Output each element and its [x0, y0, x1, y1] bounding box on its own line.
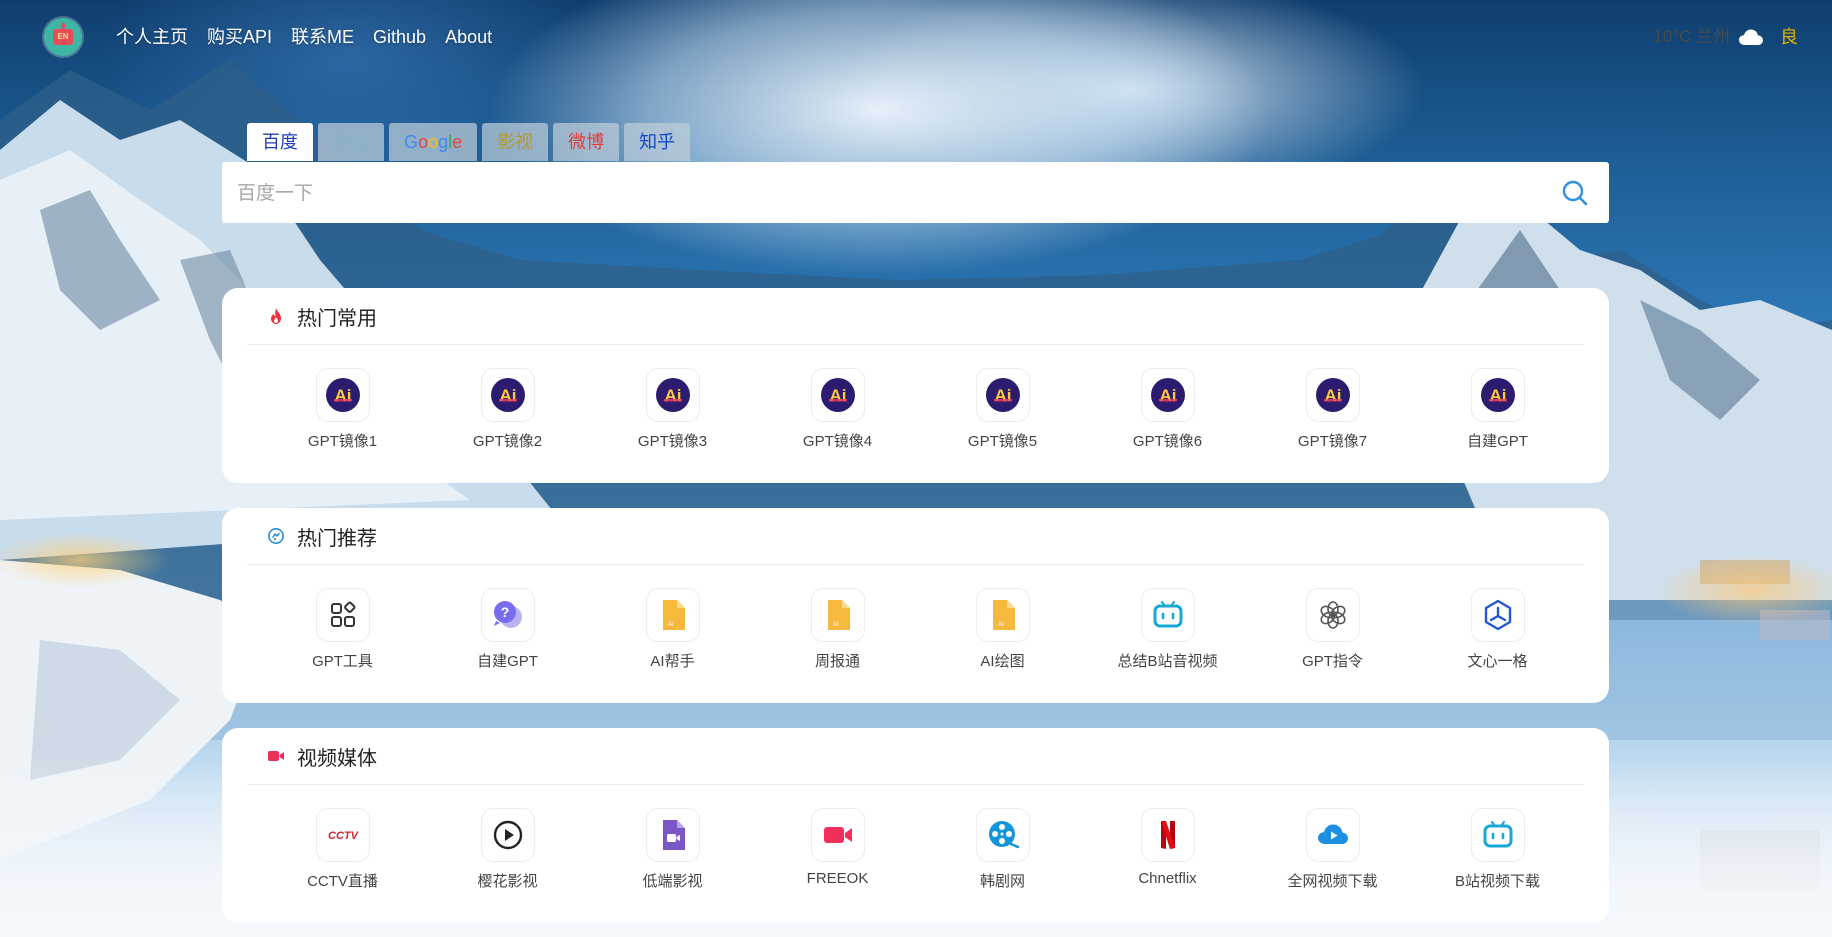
link-grid: Ai GPT镜像1 Ai GPT镜像2 Ai GPT镜像3 Ai GPT镜像4 Ai GP…	[260, 368, 1580, 451]
link-grid: CCTV CCTV直播 樱花影视 低端影视 FREEOK 韩剧网 Chnetfli…	[260, 808, 1580, 891]
tab-movies[interactable]: 影视	[482, 123, 549, 161]
play-circle-icon	[480, 808, 535, 862]
ai-file-icon: AI	[810, 588, 865, 642]
logo-text: EN	[53, 29, 73, 45]
ai-icon: Ai	[975, 368, 1030, 422]
category-title: 视频媒体	[297, 747, 377, 770]
site-link-wenxin-yige[interactable]: 文心一格	[1415, 588, 1580, 671]
search-input[interactable]	[222, 162, 1539, 225]
ai-icon: Ai	[1305, 368, 1360, 422]
tab-google[interactable]: Google	[389, 123, 478, 161]
wenxin-icon	[1470, 588, 1525, 642]
search-engine-tabs: 百度 Bing Google 影视 微博 知乎	[247, 123, 691, 161]
site-link-freeok[interactable]: FREEOK	[755, 808, 920, 891]
site-link-gpt-mirror-3[interactable]: Ai GPT镜像3	[590, 368, 755, 451]
apps-grid-icon	[315, 588, 370, 642]
category-title: 热门推荐	[297, 527, 377, 550]
svg-text:Ai: Ai	[1324, 386, 1341, 405]
site-link-gpt-prompts[interactable]: GPT指令	[1250, 588, 1415, 671]
svg-text:Ai: Ai	[664, 386, 681, 405]
site-link-chnetflix[interactable]: Chnetflix	[1085, 808, 1250, 891]
category-card-hot-common: 热门常用 Ai GPT镜像1 Ai GPT镜像2 Ai GPT镜像3 Ai GPT镜像4…	[222, 288, 1609, 483]
svg-text:AI: AI	[998, 622, 1004, 628]
air-quality-badge: 良	[1780, 27, 1798, 47]
svg-text:?: ?	[500, 604, 509, 620]
weather-widget[interactable]: 10°C 兰州 良	[1653, 24, 1798, 50]
search-icon[interactable]	[1561, 179, 1589, 207]
ai-icon: Ai	[315, 368, 370, 422]
svg-text:Ai: Ai	[829, 386, 846, 405]
bilibili-icon	[1140, 588, 1195, 642]
site-link-sakura-video[interactable]: 樱花影视	[425, 808, 590, 891]
nav-link-contact[interactable]: 联系ME	[291, 24, 354, 50]
ai-icon: Ai	[480, 368, 535, 422]
cctv-icon: CCTV	[315, 808, 370, 862]
video-file-icon	[645, 808, 700, 862]
nav-link-home[interactable]: 个人主页	[116, 24, 188, 50]
site-logo[interactable]: EN	[44, 18, 82, 56]
svg-text:Ai: Ai	[1159, 386, 1176, 405]
fire-icon	[271, 308, 281, 324]
tab-baidu[interactable]: 百度	[247, 123, 313, 161]
category-header: 热门常用	[247, 288, 1584, 345]
site-link-cctv-live[interactable]: CCTV CCTV直播	[260, 808, 425, 891]
search-bar	[222, 162, 1609, 225]
netflix-icon	[1140, 808, 1195, 862]
recommend-icon	[268, 528, 284, 544]
category-header: 视频媒体	[247, 728, 1584, 785]
openai-icon	[1305, 588, 1360, 642]
nav-link-buy-api[interactable]: 购买API	[207, 24, 272, 50]
site-link-gpt-mirror-7[interactable]: Ai GPT镜像7	[1250, 368, 1415, 451]
ai-icon: Ai	[1140, 368, 1195, 422]
tab-google-label: Google	[404, 132, 463, 152]
site-link-low-end-video[interactable]: 低端影视	[590, 808, 755, 891]
category-header: 热门推荐	[247, 508, 1584, 565]
tab-bing[interactable]: Bing	[318, 123, 385, 161]
svg-text:Ai: Ai	[994, 386, 1011, 405]
weather-text: 10°C 兰州	[1653, 27, 1730, 46]
site-link-bilibili-download[interactable]: B站视频下载	[1415, 808, 1580, 891]
cloud-icon	[1739, 29, 1763, 45]
svg-text:Ai: Ai	[499, 386, 516, 405]
film-reel-icon	[975, 808, 1030, 862]
site-link-gpt-tools[interactable]: GPT工具	[260, 588, 425, 671]
nav-link-about[interactable]: About	[445, 24, 492, 50]
tab-zhihu[interactable]: 知乎	[624, 123, 691, 161]
site-link-self-gpt[interactable]: Ai 自建GPT	[1415, 368, 1580, 451]
ai-icon: Ai	[1470, 368, 1525, 422]
category-title: 热门常用	[297, 307, 377, 330]
site-link-korean-drama[interactable]: 韩剧网	[920, 808, 1085, 891]
category-card-recommended: 热门推荐 GPT工具 ? 自建GPT AI AI帮手 AI 周报通 AI AI绘图 总结…	[222, 508, 1609, 703]
site-link-gpt-mirror-4[interactable]: Ai GPT镜像4	[755, 368, 920, 451]
top-nav: 个人主页 购买API 联系ME Github About	[116, 24, 492, 50]
site-link-ai-drawing[interactable]: AI AI绘图	[920, 588, 1085, 671]
site-link-bilibili-summary[interactable]: 总结B站音视频	[1085, 588, 1250, 671]
site-link-ai-helper[interactable]: AI AI帮手	[590, 588, 755, 671]
site-link-video-download[interactable]: 全网视频下载	[1250, 808, 1415, 891]
svg-text:AI: AI	[668, 622, 674, 628]
ai-icon: Ai	[810, 368, 865, 422]
site-link-gpt-mirror-2[interactable]: Ai GPT镜像2	[425, 368, 590, 451]
ai-file-icon: AI	[645, 588, 700, 642]
chat-question-icon: ?	[480, 588, 535, 642]
svg-text:CCTV: CCTV	[328, 830, 360, 842]
nav-link-github[interactable]: Github	[373, 24, 426, 50]
category-card-video-media: 视频媒体 CCTV CCTV直播 樱花影视 低端影视 FREEOK 韩剧网 Chn…	[222, 728, 1609, 923]
video-camera-icon	[810, 808, 865, 862]
site-link-weekly-report[interactable]: AI 周报通	[755, 588, 920, 671]
svg-text:Ai: Ai	[1489, 386, 1506, 405]
site-link-self-gpt-2[interactable]: ? 自建GPT	[425, 588, 590, 671]
bilibili-icon	[1470, 808, 1525, 862]
ai-file-icon: AI	[975, 588, 1030, 642]
site-link-gpt-mirror-5[interactable]: Ai GPT镜像5	[920, 368, 1085, 451]
video-camera-icon	[268, 751, 284, 761]
cloud-play-icon	[1305, 808, 1360, 862]
site-link-gpt-mirror-6[interactable]: Ai GPT镜像6	[1085, 368, 1250, 451]
tab-weibo[interactable]: 微博	[553, 123, 620, 161]
ai-icon: Ai	[645, 368, 700, 422]
svg-text:Ai: Ai	[334, 386, 351, 405]
site-link-gpt-mirror-1[interactable]: Ai GPT镜像1	[260, 368, 425, 451]
link-grid: GPT工具 ? 自建GPT AI AI帮手 AI 周报通 AI AI绘图 总结B站音视频…	[260, 588, 1580, 671]
svg-text:AI: AI	[833, 622, 839, 628]
